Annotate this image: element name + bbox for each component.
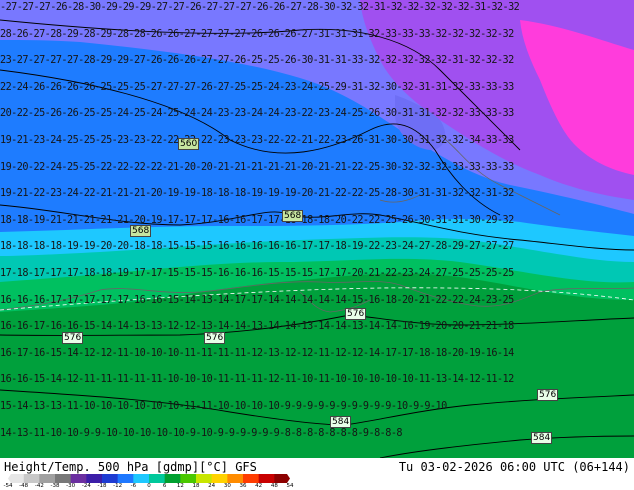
- contour-label: 568: [130, 225, 152, 237]
- color-scale-swatch: [180, 474, 197, 483]
- color-scale-tick: 24: [208, 483, 216, 489]
- color-scale-tick: 18: [192, 483, 200, 489]
- temperature-row: 19-21-23-24-25-25-25-23-23-22-22-22-22-2…: [0, 135, 514, 146]
- color-scale-tick: -18: [97, 483, 107, 489]
- color-scale-swatch: [23, 474, 40, 483]
- contour-label: 560: [178, 138, 200, 150]
- temperature-row: 16-16-16-17-17-17-17-17-16-16-15-14-13-1…: [0, 294, 514, 306]
- color-scale-tick: 30: [223, 483, 231, 489]
- color-scale-ticks: -54 -48 -42 -38 -30 -24 -18 -12 -6 0 6 12 18 24 30 36 42…: [2, 483, 294, 490]
- color-scale-swatch: [258, 474, 275, 483]
- color-scale-tick: -12: [113, 483, 123, 489]
- color-scale-swatch: [243, 474, 260, 483]
- color-scale-tick: -24: [81, 483, 91, 489]
- color-scale-swatch: [196, 474, 213, 483]
- color-scale-swatch: [149, 474, 166, 483]
- color-scale-tick: 0: [147, 483, 151, 489]
- valid-time: Tu 03-02-2026 06:00 UTC (06+144): [398, 460, 630, 474]
- color-scale-swatch: [86, 474, 103, 483]
- color-scale-swatch: [227, 474, 244, 483]
- color-scale-swatch: [274, 474, 290, 483]
- color-scale-swatch: [70, 474, 87, 483]
- temperature-row: 19-21-22-23-24-22-21-21-21-20-19-19-18-1…: [0, 188, 514, 200]
- contour-label: 584: [531, 432, 553, 444]
- color-scale-tick: 48: [270, 483, 278, 489]
- color-scale-tick: -30: [66, 483, 76, 489]
- chart-frame: -27-27-27-26-28-30-29-29-29-27-27-26-27-…: [0, 0, 634, 490]
- contour-label: 584: [330, 416, 352, 428]
- map-title: Height/Temp. 500 hPa [gdmp][°C] GFS: [4, 460, 257, 474]
- color-scale-swatch: [102, 474, 119, 483]
- contour-label: 568: [282, 210, 304, 222]
- color-scale-tick: -54: [3, 483, 13, 489]
- temperature-row: 22-24-26-26-26-26-25-25-25-27-27-27-26-2…: [0, 81, 514, 93]
- color-scale-swatch: [55, 474, 72, 483]
- temperature-row: 18-18-19-21-21-21-21-21-20-19-17-17-17-1…: [0, 214, 514, 226]
- weather-map[interactable]: -27-27-27-26-28-30-29-29-29-27-27-26-27-…: [0, 0, 634, 458]
- temperature-row: 15-14-13-13-11-10-10-10-10-10-10-11-11-1…: [0, 401, 447, 412]
- color-scale-swatch: [39, 474, 56, 483]
- temperature-row: 28-26-27-28-29-28-29-28-28-26-26-27-27-2…: [0, 28, 514, 40]
- color-scale-tick: 6: [162, 483, 167, 489]
- color-scale-tick: 12: [176, 483, 184, 489]
- temperature-row: 20-22-25-26-26-25-25-24-25-24-25-24-24-2…: [0, 108, 514, 120]
- temperature-row: -27-27-27-26-28-30-29-29-29-27-27-26-27-…: [0, 2, 520, 13]
- contour-label: 576: [537, 389, 559, 401]
- color-scale-swatch: [117, 474, 134, 483]
- color-scale-swatch: [164, 474, 181, 483]
- color-scale-tick: 42: [255, 483, 263, 489]
- temperature-row: 16-16-15-14-12-11-11-11-11-11-10-10-10-1…: [0, 374, 514, 386]
- temperature-row: 17-18-17-17-17-18-18-19-17-17-15-15-15-1…: [0, 268, 514, 279]
- temperature-row: 18-18-18-18-19-19-20-20-18-18-15-15-15-1…: [0, 241, 514, 253]
- temperature-row: 19-20-22-24-25-25-22-22-22-22-21-20-20-2…: [0, 161, 514, 173]
- color-scale-tick: -42: [34, 483, 44, 489]
- contour-label: 576: [204, 332, 226, 344]
- temperature-row: 14-13-11-10-10-9-9-10-10-10-10-10-9-10-9…: [0, 427, 403, 439]
- color-scale-tick: -38: [50, 483, 60, 489]
- color-scale-tick: 54: [286, 483, 294, 489]
- temperature-row: 23-27-27-27-27-28-29-29-27-26-26-26-27-2…: [0, 55, 514, 67]
- contour-label: 576: [345, 308, 367, 320]
- color-scale-swatch: [8, 474, 24, 483]
- color-scale-tick: -6: [130, 483, 137, 489]
- color-scale-swatch: [133, 474, 150, 483]
- color-scale-bar: [8, 474, 290, 483]
- temperature-row: 16-17-16-15-14-12-12-11-10-10-10-11-11-1…: [0, 347, 514, 359]
- footer-bar: Height/Temp. 500 hPa [gdmp][°C] GFS Tu 0…: [0, 458, 634, 490]
- color-scale-swatch: [211, 474, 228, 483]
- color-scale-tick: 36: [239, 483, 247, 489]
- color-scale-tick: -48: [19, 483, 29, 489]
- contour-label: 576: [62, 332, 84, 344]
